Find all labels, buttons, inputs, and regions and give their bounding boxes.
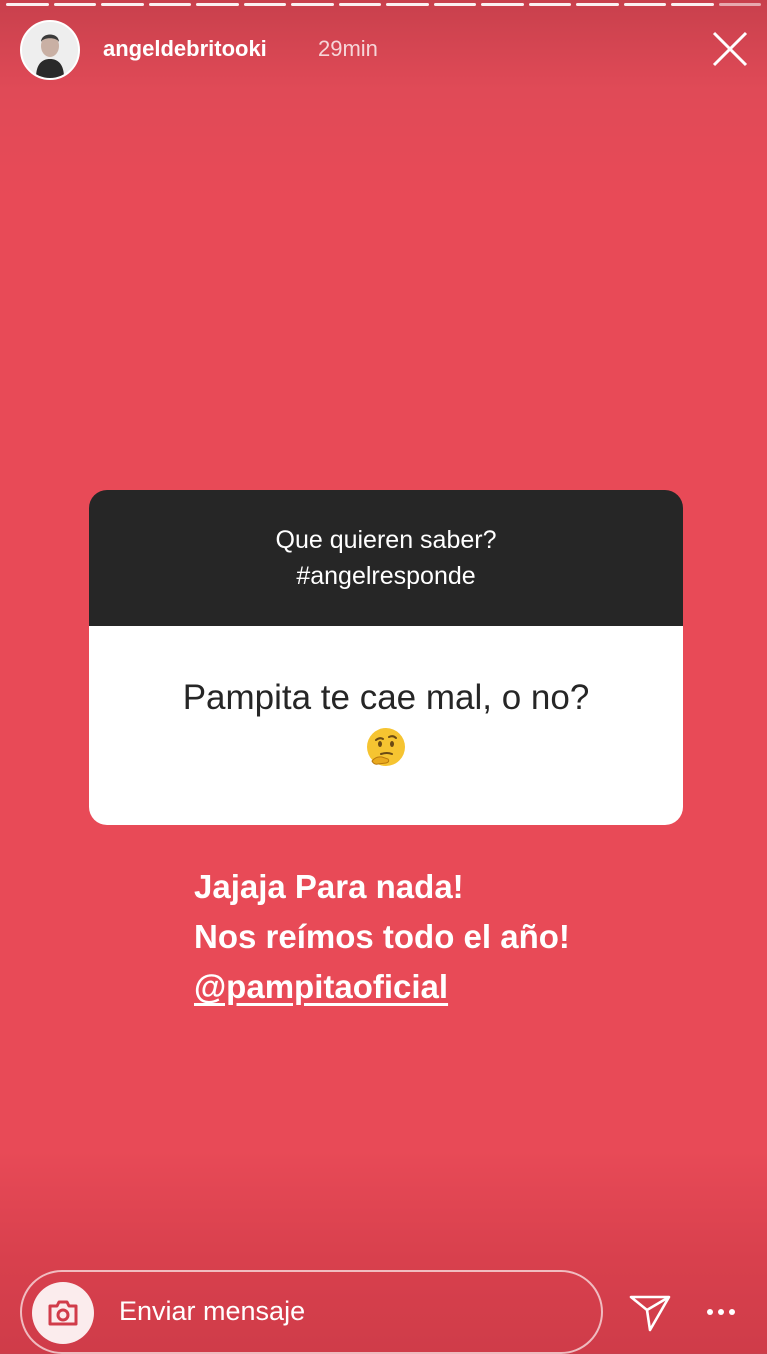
username[interactable]: angeldebritooki — [103, 36, 267, 62]
progress-segment — [196, 3, 239, 6]
sticker-prompt-line2: #angelresponde — [296, 562, 476, 590]
question-text: Pampita te cae mal, o no? — [182, 678, 590, 717]
avatar-photo — [22, 22, 78, 78]
progress-segment — [338, 3, 381, 6]
reply-line-1: Jajaja Para nada! — [194, 868, 464, 905]
reply-line-2: Nos reímos todo el año! — [194, 918, 570, 955]
camera-button[interactable] — [32, 1282, 94, 1344]
progress-segment — [718, 3, 761, 6]
progress-segment — [481, 3, 524, 6]
progress-segment — [148, 3, 191, 6]
progress-segment — [291, 3, 334, 6]
camera-icon — [48, 1300, 78, 1326]
sticker-prompt-line1: Que quieren saber? — [275, 526, 497, 554]
message-placeholder: Enviar mensaje — [119, 1296, 306, 1326]
story-progress-bar — [6, 3, 761, 7]
question-sticker-header: Que quieren saber? #angelresponde — [89, 490, 683, 626]
question-sticker-body: Pampita te cae mal, o no? — [89, 626, 683, 825]
story-header: angeldebritooki 29min — [20, 20, 749, 80]
progress-segment — [6, 3, 49, 6]
progress-segment — [528, 3, 571, 6]
progress-segment — [53, 3, 96, 6]
progress-segment — [433, 3, 476, 6]
progress-segment — [243, 3, 286, 6]
progress-segment — [101, 3, 144, 6]
progress-segment — [623, 3, 666, 6]
thinking-face-icon — [367, 728, 405, 766]
progress-segment — [576, 3, 619, 6]
more-options-button[interactable] — [705, 1300, 737, 1324]
progress-segment — [671, 3, 714, 6]
avatar[interactable] — [20, 20, 80, 80]
close-icon — [712, 31, 748, 67]
send-icon — [629, 1295, 671, 1332]
send-button[interactable] — [628, 1290, 672, 1334]
message-input[interactable]: Enviar mensaje — [20, 1270, 603, 1354]
mention-link[interactable]: @pampitaoficial — [194, 968, 448, 1005]
close-button[interactable] — [711, 30, 749, 68]
story-footer: Enviar mensaje — [0, 1270, 767, 1354]
progress-segment — [386, 3, 429, 6]
timestamp: 29min — [318, 36, 378, 61]
question-sticker: Que quieren saber? #angelresponde Pampit… — [89, 490, 683, 825]
more-icon — [707, 1309, 735, 1315]
reply-text: Jajaja Para nada! Nos reímos todo el año… — [194, 862, 570, 1012]
